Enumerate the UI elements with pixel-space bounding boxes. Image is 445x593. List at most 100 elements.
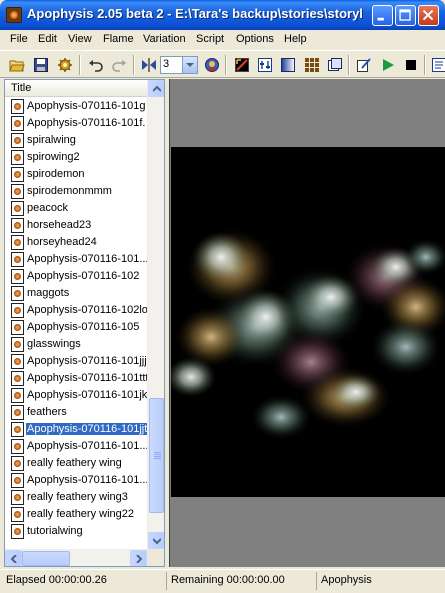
list-item[interactable]: really feathery wing22 [5, 506, 147, 523]
script-icon[interactable] [431, 57, 445, 73]
title-bar[interactable]: Apophysis 2.05 beta 2 - E:\Tara's backup… [0, 0, 445, 30]
list-item[interactable]: Apophysis-070116-101jk [5, 387, 147, 404]
list-item-label: feathers [27, 406, 67, 418]
render-icon[interactable] [204, 57, 220, 73]
menu-edit[interactable]: Edit [38, 33, 57, 45]
list-item-label: Apophysis-070116-105 [27, 321, 140, 333]
list-item[interactable]: Apophysis-070116-101ttt [5, 370, 147, 387]
open-folder-icon[interactable] [9, 57, 25, 73]
scroll-left-button[interactable] [5, 550, 22, 566]
list-item[interactable]: maggots [5, 285, 147, 302]
list-item[interactable]: Apophysis-070116-105 [5, 319, 147, 336]
scroll-up-button[interactable] [148, 80, 164, 97]
minimize-icon [377, 17, 384, 21]
flame-list[interactable]: Title Apophysis-070116-101g Apophysis-070… [4, 79, 165, 567]
menu-flame[interactable]: Flame [103, 33, 134, 45]
stop-icon[interactable] [403, 57, 419, 73]
quality-combo[interactable]: 3 [160, 56, 198, 74]
arrow-down-icon [153, 538, 161, 544]
grid-icon[interactable] [304, 57, 320, 73]
horizontal-scroll-thumb[interactable] [22, 551, 70, 566]
column-header-title[interactable]: Title [5, 80, 147, 97]
toolbar-separator [225, 55, 227, 75]
list-item-label: Apophysis-070116-101jk [27, 389, 147, 401]
menu-variation[interactable]: Variation [143, 33, 186, 45]
maximize-button[interactable] [395, 5, 416, 26]
menu-script[interactable]: Script [196, 33, 224, 45]
mirror-icon[interactable] [141, 57, 157, 73]
flame-file-icon [11, 252, 24, 267]
minimize-button[interactable] [372, 5, 393, 26]
list-item[interactable]: tutorialwing [5, 523, 147, 540]
gradient-icon[interactable] [280, 57, 296, 73]
play-icon[interactable] [380, 57, 396, 73]
menu-bar: File Edit View Flame Variation Script Op… [0, 30, 445, 49]
status-elapsed: Elapsed 00:00:00.26 [2, 572, 166, 590]
list-item[interactable]: Apophysis-070116-102lo [5, 302, 147, 319]
list-item[interactable]: Apophysis-070116-101jjt [5, 421, 147, 438]
list-item[interactable]: spirodemonmmm [5, 183, 147, 200]
list-item[interactable]: really feathery wing [5, 455, 147, 472]
horizontal-scrollbar[interactable] [5, 549, 147, 566]
app-icon[interactable] [6, 7, 22, 23]
list-item[interactable]: Apophysis-070116-102 [5, 268, 147, 285]
vertical-scrollbar[interactable] [147, 80, 164, 549]
toolbar: 3 [0, 50, 445, 78]
list-item[interactable]: horsehead23 [5, 217, 147, 234]
scroll-down-button[interactable] [148, 532, 164, 549]
edit-icon[interactable] [234, 57, 250, 73]
arrow-left-icon [11, 555, 17, 563]
close-button[interactable] [418, 5, 439, 26]
list-item[interactable]: Apophysis-070116-101... [5, 251, 147, 268]
list-item[interactable]: Apophysis-070116-101... [5, 438, 147, 455]
flame-file-icon [11, 371, 24, 386]
list-item[interactable]: horseyhead24 [5, 234, 147, 251]
menu-file[interactable]: File [10, 33, 28, 45]
list-item[interactable]: really feathery wing3 [5, 489, 147, 506]
status-elapsed-text: Elapsed 00:00:00.26 [6, 574, 107, 586]
script-edit-icon[interactable] [356, 57, 372, 73]
list-item-label: Apophysis-070116-101... [27, 474, 147, 486]
adjust-icon[interactable] [257, 57, 273, 73]
flame-file-icon [11, 473, 24, 488]
gear-icon[interactable] [57, 57, 73, 73]
undo-icon[interactable] [88, 57, 104, 73]
redo-icon[interactable] [111, 57, 127, 73]
flame-file-icon [11, 167, 24, 182]
toolbar-separator [348, 55, 350, 75]
list-item-label: spirodemonmmm [27, 185, 112, 197]
flame-file-icon [11, 405, 24, 420]
list-item-label: Apophysis-070116-101jjj [27, 355, 147, 367]
flame-file-icon [11, 269, 24, 284]
list-item[interactable]: Apophysis-070116-101... [5, 472, 147, 489]
list-item[interactable]: Apophysis-070116-101jjj [5, 353, 147, 370]
list-item-label: really feathery wing3 [27, 491, 128, 503]
flame-file-icon [11, 354, 24, 369]
list-item[interactable]: spirodemon [5, 166, 147, 183]
list-item[interactable]: Apophysis-070116-101f. [5, 115, 147, 132]
list-item[interactable]: peacock [5, 200, 147, 217]
list-item[interactable]: spiralwing [5, 132, 147, 149]
vertical-scroll-thumb[interactable] [149, 398, 164, 513]
list-item-label: maggots [27, 287, 70, 299]
list-item-label: Apophysis-070116-101... [27, 253, 147, 265]
list-item-label: spiralwing [27, 134, 76, 146]
menu-help[interactable]: Help [284, 33, 307, 45]
list-item[interactable]: glasswings [5, 336, 147, 353]
flame-file-icon [11, 490, 24, 505]
flame-file-icon [11, 456, 24, 471]
arrow-up-icon [153, 86, 161, 92]
list-item[interactable]: Apophysis-070116-101g [5, 98, 147, 115]
mutate-icon[interactable] [327, 57, 343, 73]
flame-preview-area[interactable] [169, 79, 445, 567]
menu-view[interactable]: View [68, 33, 92, 45]
flame-file-icon [11, 116, 24, 131]
scroll-right-button[interactable] [130, 550, 147, 566]
list-item[interactable]: feathers [5, 404, 147, 421]
chevron-down-icon[interactable] [182, 57, 197, 73]
status-remaining-text: Remaining 00:00:00.00 [171, 574, 285, 586]
list-item[interactable]: spirowing2 [5, 149, 147, 166]
menu-options[interactable]: Options [236, 33, 274, 45]
save-icon[interactable] [33, 57, 49, 73]
grip-line [154, 454, 161, 455]
